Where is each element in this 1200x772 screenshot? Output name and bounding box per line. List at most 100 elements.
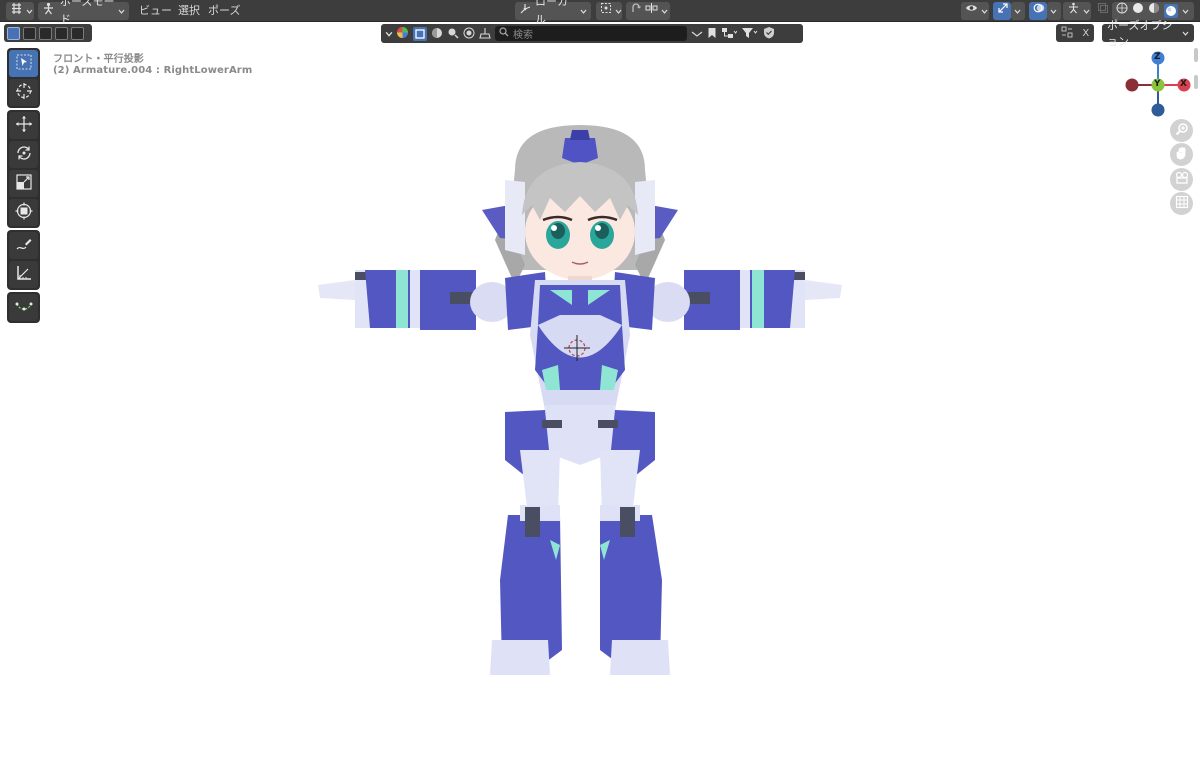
broom-icon[interactable] [479,24,491,43]
select-subtract-icon[interactable] [39,26,52,40]
menu-pose[interactable]: ポーズ [208,3,240,19]
search-icon [499,27,509,40]
auto-ik-icon [630,2,642,20]
select-invert-icon[interactable] [55,26,68,40]
crosshair-icon [15,82,33,104]
search-placeholder: 検索 [513,30,533,41]
gizmo-y-label: Y [1154,79,1161,89]
transform-orientation-select[interactable]: ローカル [515,0,591,26]
select-new-icon[interactable] [7,26,20,40]
chevron-down-icon [1083,8,1090,15]
neg-x-axis-handle [1125,78,1139,92]
snap-controls[interactable] [626,2,670,20]
filter-icon[interactable] [741,24,759,43]
viewport-header: ポーズモード ビュー 選択 ポーズ ローカル [0,0,1200,26]
tool-scale[interactable] [9,170,38,197]
selection-mode-group [4,24,92,42]
chevron-down-icon [661,8,668,15]
transform-icon [15,202,33,224]
viewport-editor-icon [10,2,23,21]
pan-button[interactable] [1170,143,1193,166]
gizmo-icon [997,2,1009,20]
gizmo-toggle[interactable] [993,2,1011,20]
pose-options-label: ポーズオプション [1107,19,1173,48]
view-name-label: フロント・平行投影 [53,54,144,65]
chevron-down-icon[interactable] [385,30,393,37]
shield-icon[interactable] [763,24,775,43]
chevron-down-icon [1014,8,1021,15]
pivot-icon [600,2,612,20]
options-icon[interactable] [1061,26,1073,41]
light-filter-icon[interactable] [447,24,459,43]
blender-window: ポーズモード ビュー 選択 ポーズ ローカル 検索 X ポーズオプション フロン… [0,0,1200,772]
search-input[interactable]: 検索 [495,26,687,41]
material-filter-icon[interactable] [463,24,475,43]
rotate-icon [15,144,33,166]
pose-mode-icon [42,2,55,21]
mirror-icon [645,2,658,20]
relax-pose-icon [15,297,33,319]
armature-icon [1067,2,1080,20]
pose-options-dropdown[interactable]: ポーズオプション [1102,19,1194,48]
chevron-down-icon [118,8,125,15]
gizmo-dropdown[interactable] [1011,2,1025,20]
chevron-down-icon [1182,30,1189,37]
zoom-button[interactable] [1170,119,1193,142]
hierarchy-icon[interactable] [721,24,738,43]
object-filter-icon[interactable] [413,26,427,41]
bookmark-icon[interactable] [707,24,717,43]
overlays-toggle[interactable] [1029,2,1047,20]
hand-icon [1175,145,1189,164]
editor-type-button[interactable] [6,2,34,20]
scroll-handle[interactable] [1194,48,1198,62]
toolbar-group-transform [7,110,40,228]
overlays-dropdown[interactable] [1047,2,1061,20]
world-filter-icon[interactable] [431,24,443,43]
menu-view[interactable]: ビュー [139,3,172,19]
chevron-down-icon [615,8,622,15]
rendered-shading-icon[interactable] [1164,4,1178,18]
neg-z-axis-handle [1151,103,1165,117]
cursor-arrow-icon [16,54,32,74]
chevron-down-icon [1050,8,1057,15]
scale-icon [15,173,33,195]
tool-move[interactable] [9,112,38,139]
toolbar-group-annotate [7,230,40,290]
close-button[interactable]: X [1082,28,1089,39]
toolbar-group-pose [7,292,40,323]
overlays-icon [1033,2,1045,20]
camera-icon [1175,170,1189,189]
navigation-gizmo[interactable]: Z Y X [1120,48,1195,123]
toolbar-group-select [7,48,40,108]
eye-icon [965,2,978,20]
tool-rotate[interactable] [9,141,38,168]
character-model[interactable] [310,120,850,685]
object-visibility-button[interactable] [961,2,989,20]
tool-relax-pose[interactable] [9,294,38,321]
select-extend-icon[interactable] [23,26,36,40]
move-icon [15,115,33,137]
zoom-icon [1175,121,1189,140]
orientation-icon [519,2,532,21]
expand-icon[interactable] [691,24,703,43]
chevron-down-icon [1182,8,1189,15]
measure-icon [15,264,33,286]
pivot-point-select[interactable] [596,2,622,20]
scroll-handle[interactable] [1194,75,1198,89]
sidebar-toggle-group: X [1056,24,1094,42]
active-object-label: (2) Armature.004 : RightLowerArm [53,65,253,76]
bone-overlay-button[interactable] [1063,2,1091,20]
perspective-toggle-button[interactable] [1170,192,1193,215]
tool-annotate[interactable] [9,232,38,259]
gizmo-x-label: X [1180,79,1187,89]
tool-transform[interactable] [9,199,38,226]
tool-select-box[interactable] [9,50,38,77]
select-intersect-icon[interactable] [71,26,84,40]
tool-measure[interactable] [9,261,38,288]
tool-cursor[interactable] [9,79,38,106]
pencil-icon [15,235,33,257]
mode-select[interactable]: ポーズモード [38,0,129,26]
menu-select[interactable]: 選択 [178,3,200,19]
camera-view-button[interactable] [1170,168,1193,191]
color-picker-icon[interactable] [396,24,409,43]
